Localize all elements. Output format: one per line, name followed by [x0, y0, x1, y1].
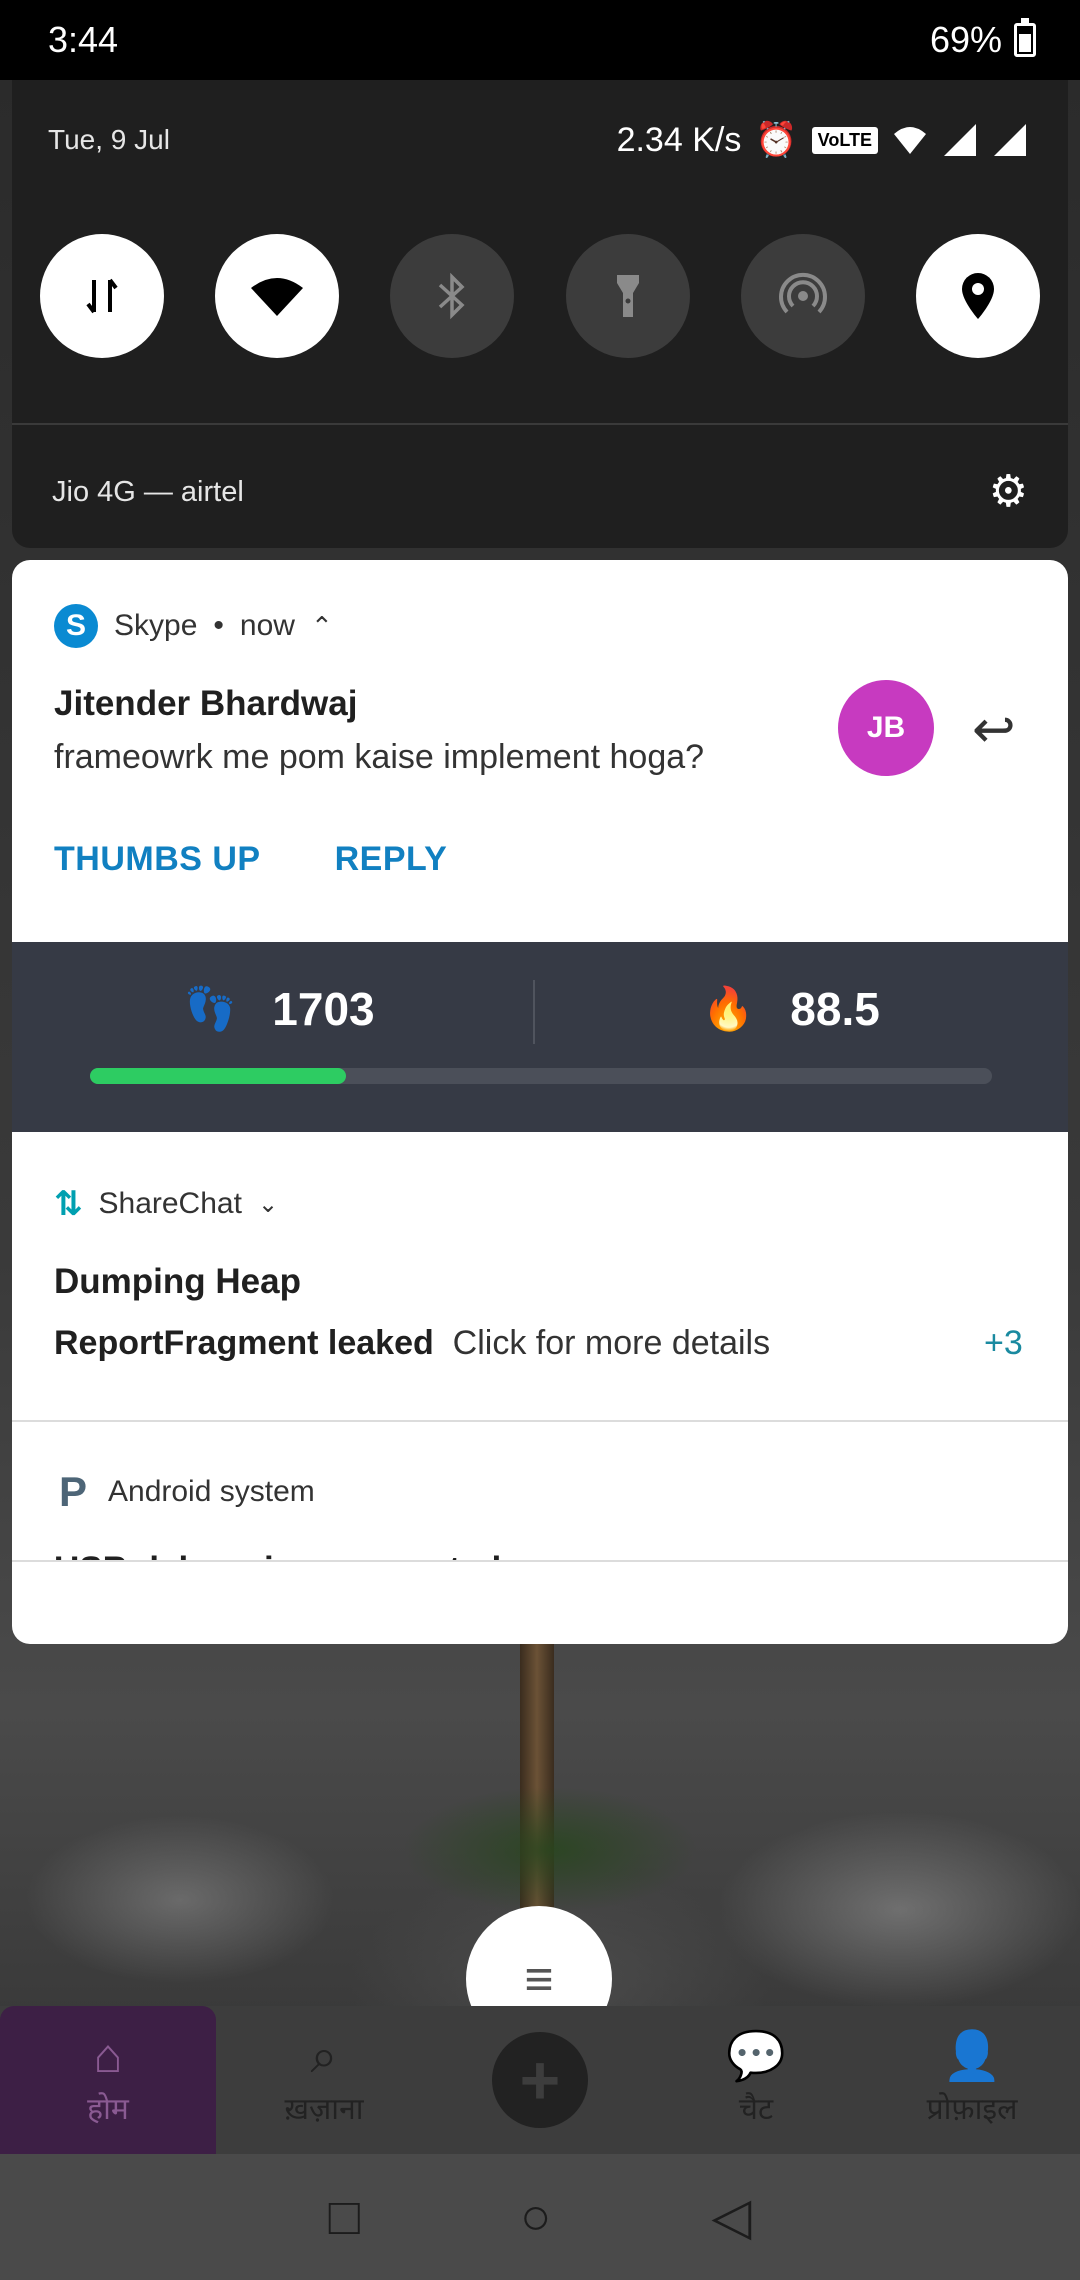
- bluetooth-tile[interactable]: [390, 234, 515, 358]
- qs-divider: [12, 423, 1068, 425]
- status-time: 3:44: [48, 19, 119, 60]
- chevron-down-icon[interactable]: ⌄: [258, 1190, 278, 1219]
- recents-square-icon[interactable]: □: [329, 2187, 360, 2247]
- android-system-icon: P: [58, 1468, 87, 1515]
- sharechat-app-name: ShareChat: [98, 1187, 242, 1220]
- mobile-data-tile[interactable]: [40, 234, 164, 358]
- alarm-icon: ⏰: [755, 121, 798, 159]
- wifi-tile[interactable]: [215, 234, 340, 358]
- sharechat-app-row: ⇅ ShareChat ⌄: [54, 1184, 278, 1224]
- battery-percent: 69%: [929, 19, 1002, 60]
- person-icon: 👤: [942, 2029, 1002, 2083]
- steps-progress-fill: [90, 1068, 347, 1084]
- home-circle-icon[interactable]: ○: [520, 2187, 551, 2247]
- skype-sender: Jitender Bhardwaj: [54, 684, 358, 723]
- chevron-up-icon[interactable]: ⌃: [311, 611, 333, 642]
- nav-search[interactable]: ⌕ ख़ज़ाना: [216, 2006, 432, 2154]
- back-triangle-icon[interactable]: ◁: [711, 2187, 751, 2247]
- skype-notification[interactable]: S Skype • now ⌃ Jitender Bhardwaj frameo…: [12, 560, 1068, 942]
- dot-separator: •: [213, 609, 224, 642]
- hotspot-tile[interactable]: [740, 234, 865, 358]
- status-bar: 3:44 69%: [0, 0, 1080, 80]
- steps-cell: 👣 1703: [184, 982, 375, 1036]
- skype-message: frameowrk me pom kaise implement hoga?: [54, 738, 705, 776]
- bluetooth-icon: [439, 272, 465, 320]
- sharechat-title: Dumping Heap: [54, 1262, 301, 1301]
- nav-add[interactable]: +: [432, 2006, 648, 2154]
- hotspot-icon: [778, 272, 827, 314]
- sharechat-notification[interactable]: ⇅ ShareChat ⌄ Dumping Heap ReportFragmen…: [12, 1132, 1068, 1422]
- fitness-divider: [533, 980, 535, 1044]
- steps-progress-bar: [90, 1068, 992, 1084]
- android-app-name: Android system: [108, 1475, 315, 1508]
- skype-app-row: S Skype • now ⌃: [54, 604, 333, 648]
- search-icon: ⌕: [310, 2029, 338, 2083]
- wifi-icon: [251, 278, 304, 316]
- notification-list: S Skype • now ⌃ Jitender Bhardwaj frameo…: [12, 560, 1068, 1644]
- flashlight-tile[interactable]: [565, 234, 690, 358]
- chat-bubble-icon: 💬: [726, 2029, 786, 2083]
- nav-chat-label: चैट: [738, 2092, 774, 2126]
- qs-tiles: [40, 234, 1040, 358]
- nav-chat[interactable]: 💬 चैट: [648, 2006, 864, 2154]
- plus-icon: +: [492, 2032, 588, 2128]
- battery-icon: [1014, 18, 1036, 57]
- nav-search-label: ख़ज़ाना: [284, 2092, 364, 2126]
- wifi-signal-icon: [894, 127, 926, 154]
- sharechat-body: ReportFragment leaked Click for more det…: [54, 1324, 770, 1363]
- sharechat-bold-text: ReportFragment leaked: [54, 1324, 434, 1362]
- carrier-label: Jio 4G — airtel: [52, 475, 244, 508]
- android-title: USB debugging connected: [54, 1550, 501, 1560]
- steps-value: 1703: [272, 983, 375, 1035]
- nav-home-label: होम: [87, 2092, 129, 2126]
- nav-home[interactable]: ⌂ होम: [0, 2006, 216, 2154]
- volte-icon: VoLTE: [811, 126, 878, 154]
- qs-footer: Jio 4G — airtel ⚙: [12, 470, 1068, 514]
- up-down-arrows-icon: ⇅: [54, 1185, 83, 1223]
- reply-button[interactable]: REPLY: [335, 840, 448, 879]
- flashlight-icon: [616, 275, 639, 317]
- skype-time: now: [239, 609, 295, 642]
- nav-profile[interactable]: 👤 प्रोफ़ाइल: [864, 2006, 1080, 2154]
- calories-cell: 🔥 88.5: [702, 982, 880, 1036]
- qs-header: Tue, 9 Jul 2.34 K/s ⏰ VoLTE: [12, 120, 1068, 160]
- home-icon: ⌂: [93, 2029, 123, 2083]
- location-tile[interactable]: [915, 234, 1040, 358]
- bottom-nav: ⌂ होम ⌕ ख़ज़ाना + 💬 चैट 👤 प्रोफ़ाइल: [0, 2006, 1080, 2154]
- android-system-notification[interactable]: P Android system USB debugging connected: [12, 1422, 1068, 1562]
- settings-gear-icon[interactable]: ⚙: [989, 470, 1028, 514]
- calories-value: 88.5: [790, 983, 880, 1035]
- location-pin-icon: [961, 273, 994, 319]
- avatar: JB: [838, 680, 934, 776]
- thumbs-up-button[interactable]: THUMBS UP: [54, 840, 261, 879]
- skype-logo-icon: S: [54, 604, 98, 648]
- cell-signal-1-icon: [944, 124, 976, 156]
- status-right: 69%: [929, 18, 1036, 61]
- sharechat-text: Click for more details: [452, 1324, 771, 1362]
- qs-status-icons: 2.34 K/s ⏰ VoLTE: [617, 120, 1028, 160]
- nav-profile-label: प्रोफ़ाइल: [926, 2092, 1018, 2126]
- skype-actions: THUMBS UP REPLY: [54, 840, 447, 879]
- flame-icon: 🔥: [702, 984, 755, 1032]
- network-speed: 2.34 K/s: [616, 120, 742, 159]
- lines-icon: ≡: [524, 1951, 554, 2007]
- quick-settings-panel: Tue, 9 Jul 2.34 K/s ⏰ VoLTE Jio 4G — air…: [12, 80, 1068, 548]
- mobile-data-icon: [86, 278, 118, 314]
- android-app-row: P Android system: [54, 1468, 315, 1515]
- reply-arrow-icon[interactable]: ↩: [972, 700, 1016, 760]
- more-count-badge: +3: [984, 1324, 1023, 1362]
- system-nav-bar: □ ○ ◁: [0, 2154, 1080, 2280]
- footsteps-icon: 👣: [184, 984, 237, 1032]
- fitness-widget[interactable]: 👣 1703 🔥 88.5: [12, 942, 1068, 1132]
- cell-signal-2-icon: [994, 124, 1026, 156]
- skype-app-name: Skype: [114, 609, 198, 642]
- qs-date[interactable]: Tue, 9 Jul: [48, 124, 170, 156]
